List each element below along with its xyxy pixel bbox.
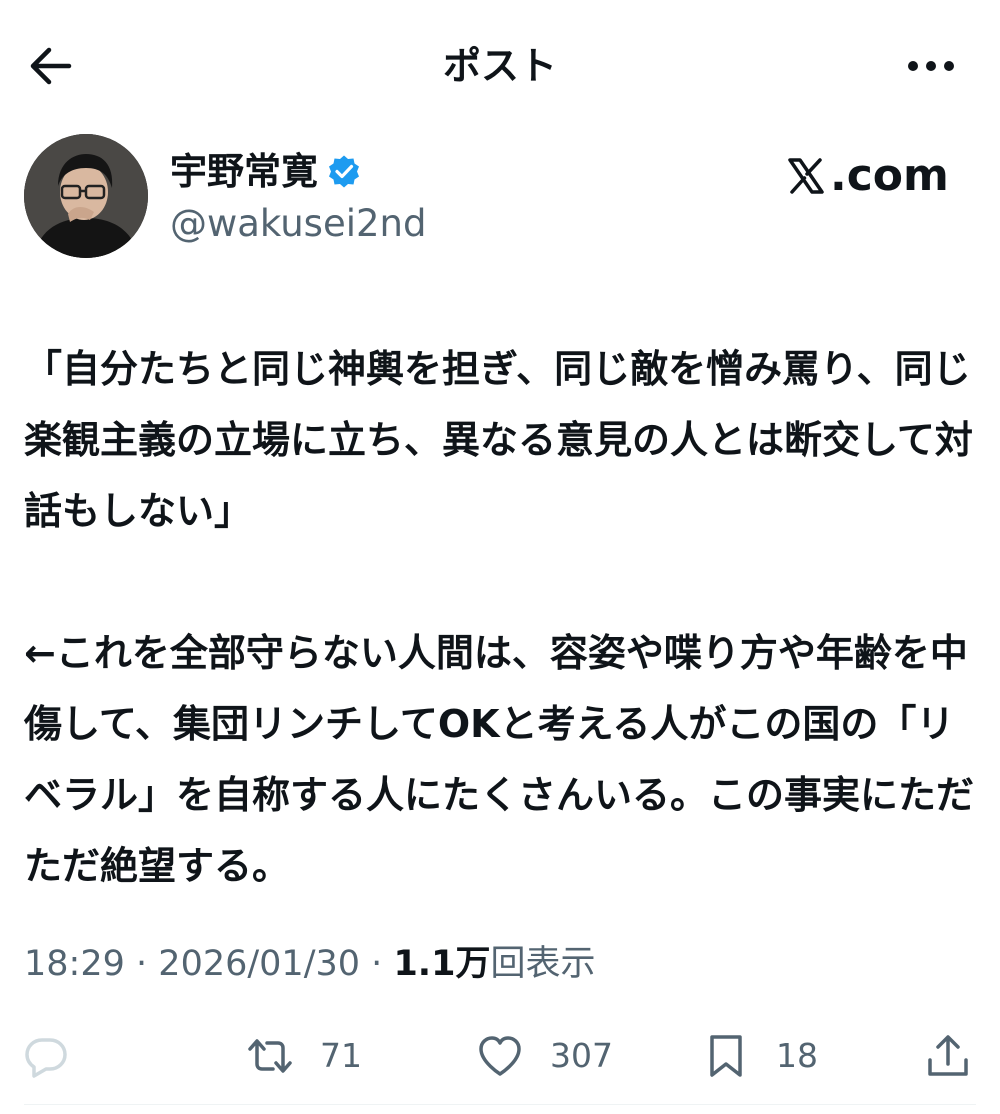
post-date[interactable]: 2026/01/30 — [158, 944, 360, 984]
meta-separator: · — [371, 944, 383, 984]
avatar[interactable] — [24, 134, 148, 258]
watermark-text: .com — [830, 150, 949, 201]
top-bar: ポスト — [0, 0, 1000, 130]
share-button[interactable] — [924, 1020, 972, 1092]
x-logo-icon — [788, 158, 824, 194]
bookmark-button[interactable]: 18 — [702, 1020, 818, 1092]
reply-button[interactable] — [22, 1020, 96, 1092]
bottom-divider — [24, 1104, 976, 1105]
more-horizontal-icon — [908, 61, 954, 71]
name-row: 宇野常寛 — [170, 146, 426, 198]
repost-count: 71 — [320, 1036, 362, 1075]
more-options-button[interactable] — [900, 40, 962, 92]
author-display-name[interactable]: 宇野常寛 — [170, 146, 318, 198]
back-button[interactable] — [22, 40, 78, 92]
reply-bubble-icon — [22, 1032, 70, 1080]
arrow-left-icon — [30, 47, 72, 85]
avatar-photo — [24, 134, 148, 258]
action-bar: 71 307 18 — [0, 1020, 1000, 1092]
like-button[interactable]: 307 — [476, 1020, 613, 1092]
verified-badge-icon — [326, 154, 362, 190]
heart-icon — [476, 1032, 524, 1080]
views-count: 1.1万 — [393, 944, 491, 984]
like-count: 307 — [550, 1036, 613, 1075]
views-label: 回表示 — [490, 944, 596, 984]
repost-button[interactable]: 71 — [246, 1020, 362, 1092]
meta-separator: · — [136, 944, 148, 984]
author-handle[interactable]: @wakusei2nd — [170, 198, 426, 250]
share-icon — [924, 1032, 972, 1080]
bookmark-icon — [702, 1032, 750, 1080]
author-block: 宇野常寛 @wakusei2nd — [170, 146, 426, 250]
page-title: ポスト — [442, 44, 557, 88]
post-time[interactable]: 18:29 — [24, 944, 125, 984]
post-text: 「自分たちと同じ神輿を担ぎ、同じ敵を憎み罵り、同じ楽観主義の立場に立ち、異なる意… — [24, 347, 975, 888]
repost-icon — [246, 1032, 294, 1080]
post-meta: 18:29 · 2026/01/30 · 1.1万回表示 — [24, 940, 595, 988]
x-com-watermark: .com — [786, 148, 949, 204]
bookmark-count: 18 — [776, 1036, 818, 1075]
